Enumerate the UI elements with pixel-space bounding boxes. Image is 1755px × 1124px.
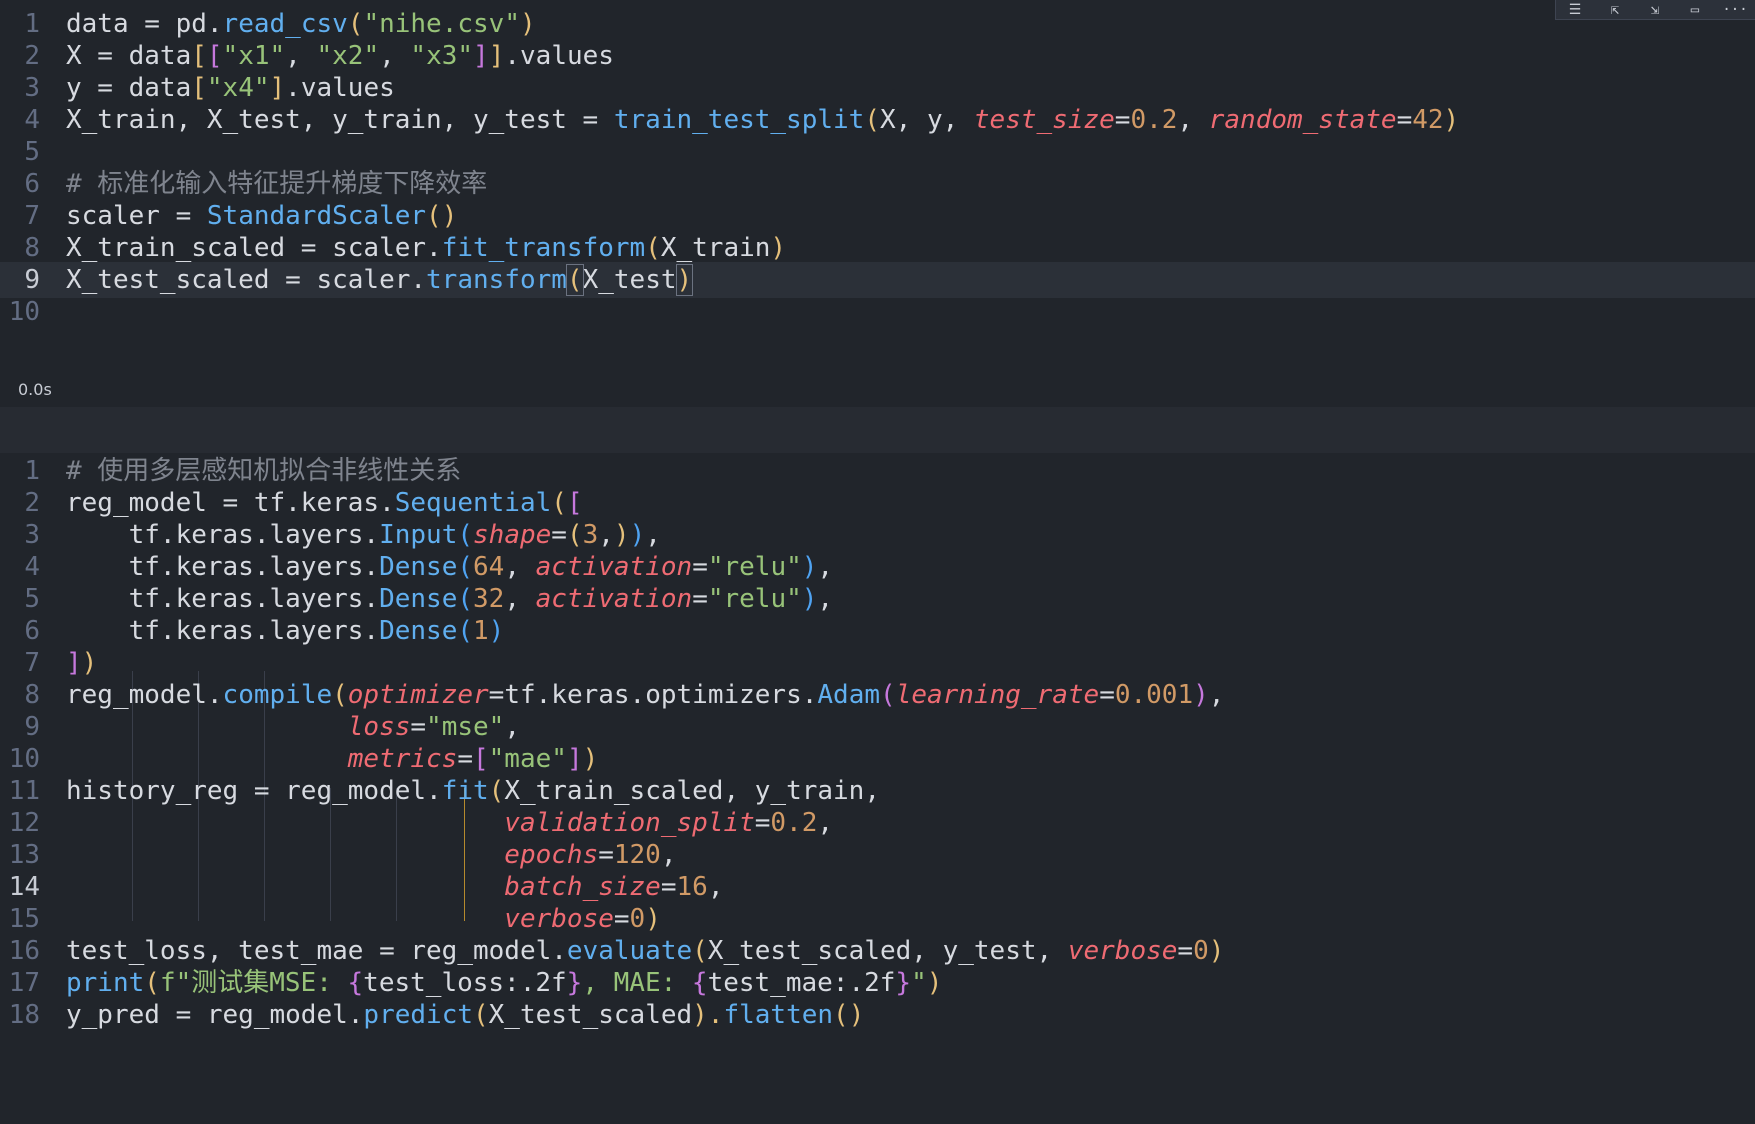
code-line[interactable]: 12 validation_split=0.2,: [0, 805, 1755, 841]
line-number: 6: [24, 616, 40, 646]
line-number: 9: [24, 265, 40, 295]
line-number: 1: [24, 9, 40, 39]
line-number: 10: [8, 744, 40, 774]
code-text[interactable]: X_train_scaled = scaler.fit_transform(X_…: [66, 230, 786, 266]
line-number: 13: [8, 840, 40, 870]
code-line[interactable]: 8 reg_model.compile(optimizer=tf.keras.o…: [0, 677, 1755, 713]
line-number: 4: [24, 105, 40, 135]
code-comment[interactable]: # 使用多层感知机拟合非线性关系: [66, 453, 461, 489]
code-text[interactable]: tf.keras.layers.Dense(64, activation="re…: [66, 549, 833, 585]
code-line[interactable]: 10: [0, 294, 1755, 330]
code-text[interactable]: loss="mse",: [66, 709, 520, 745]
line-number: 14: [8, 872, 40, 902]
code-line[interactable]: 2 X = data[["x1", "x2", "x3"]].values: [0, 38, 1755, 74]
code-text[interactable]: test_loss, test_mae = reg_model.evaluate…: [66, 933, 1224, 969]
code-cell-1[interactable]: 1 data = pd.read_csv("nihe.csv") 2 X = d…: [0, 0, 1755, 407]
code-line[interactable]: 8 X_train_scaled = scaler.fit_transform(…: [0, 230, 1755, 266]
code-line[interactable]: 10 metrics=["mae"]): [0, 741, 1755, 777]
code-text[interactable]: tf.keras.layers.Dense(1): [66, 613, 505, 649]
run-below-icon[interactable]: ⇲: [1643, 2, 1667, 18]
line-number: 8: [24, 680, 40, 710]
code-text[interactable]: y_pred = reg_model.predict(X_test_scaled…: [66, 997, 864, 1033]
code-line[interactable]: 14 batch_size=16,: [0, 869, 1755, 905]
code-text[interactable]: X_train, X_test, y_train, y_test = train…: [66, 102, 1459, 138]
code-line[interactable]: 7 scaler = StandardScaler(): [0, 198, 1755, 234]
code-text[interactable]: reg_model.compile(optimizer=tf.keras.opt…: [66, 677, 1224, 713]
code-text[interactable]: tf.keras.layers.Input(shape=(3,)),: [66, 517, 661, 553]
code-line[interactable]: 5 tf.keras.layers.Dense(32, activation="…: [0, 581, 1755, 617]
code-text[interactable]: reg_model = tf.keras.Sequential([: [66, 485, 583, 521]
line-number: 12: [8, 808, 40, 838]
code-line[interactable]: 5: [0, 134, 1755, 170]
code-text[interactable]: validation_split=0.2,: [66, 805, 833, 841]
code-line[interactable]: 9 loss="mse",: [0, 709, 1755, 745]
code-text[interactable]: metrics=["mae"]): [66, 741, 598, 777]
code-line[interactable]: 1 data = pd.read_csv("nihe.csv"): [0, 6, 1755, 42]
line-number: 7: [24, 648, 40, 678]
code-line[interactable]: 4 X_train, X_test, y_train, y_test = tra…: [0, 102, 1755, 138]
code-text[interactable]: tf.keras.layers.Dense(32, activation="re…: [66, 581, 833, 617]
line-number: 10: [8, 297, 40, 327]
code-line[interactable]: 4 tf.keras.layers.Dense(64, activation="…: [0, 549, 1755, 585]
line-number: 11: [8, 776, 40, 806]
line-number: 17: [8, 968, 40, 998]
cell-separator: [0, 407, 1755, 453]
line-number: 18: [8, 1000, 40, 1030]
code-text[interactable]: X_test_scaled = scaler.transform(X_test): [66, 262, 694, 298]
code-line[interactable]: 18 y_pred = reg_model.predict(X_test_sca…: [0, 997, 1755, 1033]
code-cell-2[interactable]: 1 # 使用多层感知机拟合非线性关系 2 reg_model = tf.kera…: [0, 453, 1755, 1124]
code-line[interactable]: 3 y = data["x4"].values: [0, 70, 1755, 106]
code-line[interactable]: 1 # 使用多层感知机拟合非线性关系: [0, 453, 1755, 489]
run-above-icon[interactable]: ⇱: [1603, 2, 1627, 18]
code-comment[interactable]: # 标准化输入特征提升梯度下降效率: [66, 166, 487, 202]
code-line[interactable]: 6 tf.keras.layers.Dense(1): [0, 613, 1755, 649]
execution-time: 0.0s: [18, 380, 52, 399]
code-line-active[interactable]: 9 X_test_scaled = scaler.transform(X_tes…: [0, 262, 1755, 298]
split-cell-icon[interactable]: ▭: [1683, 2, 1707, 18]
line-number: 2: [24, 488, 40, 518]
code-text[interactable]: ]): [66, 645, 97, 681]
code-line[interactable]: 17 print(f"测试集MSE: {test_loss:.2f}, MAE:…: [0, 965, 1755, 1001]
code-line[interactable]: 13 epochs=120,: [0, 837, 1755, 873]
line-number: 4: [24, 552, 40, 582]
line-number: 1: [24, 456, 40, 486]
code-text[interactable]: y = data["x4"].values: [66, 70, 395, 106]
code-line[interactable]: 6 # 标准化输入特征提升梯度下降效率: [0, 166, 1755, 202]
line-number: 15: [8, 904, 40, 934]
line-number: 2: [24, 41, 40, 71]
line-number: 3: [24, 520, 40, 550]
code-text[interactable]: print(f"测试集MSE: {test_loss:.2f}, MAE: {t…: [66, 965, 942, 1001]
line-number: 9: [24, 712, 40, 742]
code-line[interactable]: 11 history_reg = reg_model.fit(X_train_s…: [0, 773, 1755, 809]
line-number: 16: [8, 936, 40, 966]
more-icon[interactable]: ···: [1722, 2, 1747, 18]
code-text[interactable]: verbose=0): [66, 901, 661, 937]
line-number: 3: [24, 73, 40, 103]
code-text[interactable]: batch_size=16,: [66, 869, 723, 905]
line-number: 5: [24, 137, 40, 167]
line-number: 5: [24, 584, 40, 614]
code-line[interactable]: 2 reg_model = tf.keras.Sequential([: [0, 485, 1755, 521]
code-text[interactable]: epochs=120,: [66, 837, 676, 873]
list-icon[interactable]: ☰: [1563, 2, 1587, 18]
code-line[interactable]: 15 verbose=0): [0, 901, 1755, 937]
code-line[interactable]: 3 tf.keras.layers.Input(shape=(3,)),: [0, 517, 1755, 553]
line-number: 8: [24, 233, 40, 263]
code-line[interactable]: 16 test_loss, test_mae = reg_model.evalu…: [0, 933, 1755, 969]
code-text[interactable]: history_reg = reg_model.fit(X_train_scal…: [66, 773, 880, 809]
code-text[interactable]: scaler = StandardScaler(): [66, 198, 457, 234]
cell-toolbar: ☰ ⇱ ⇲ ▭ ···: [1555, 0, 1755, 20]
line-number: 7: [24, 201, 40, 231]
code-text[interactable]: data = pd.read_csv("nihe.csv"): [66, 6, 536, 42]
code-line[interactable]: 7 ]): [0, 645, 1755, 681]
code-text[interactable]: X = data[["x1", "x2", "x3"]].values: [66, 38, 614, 74]
line-number: 6: [24, 169, 40, 199]
